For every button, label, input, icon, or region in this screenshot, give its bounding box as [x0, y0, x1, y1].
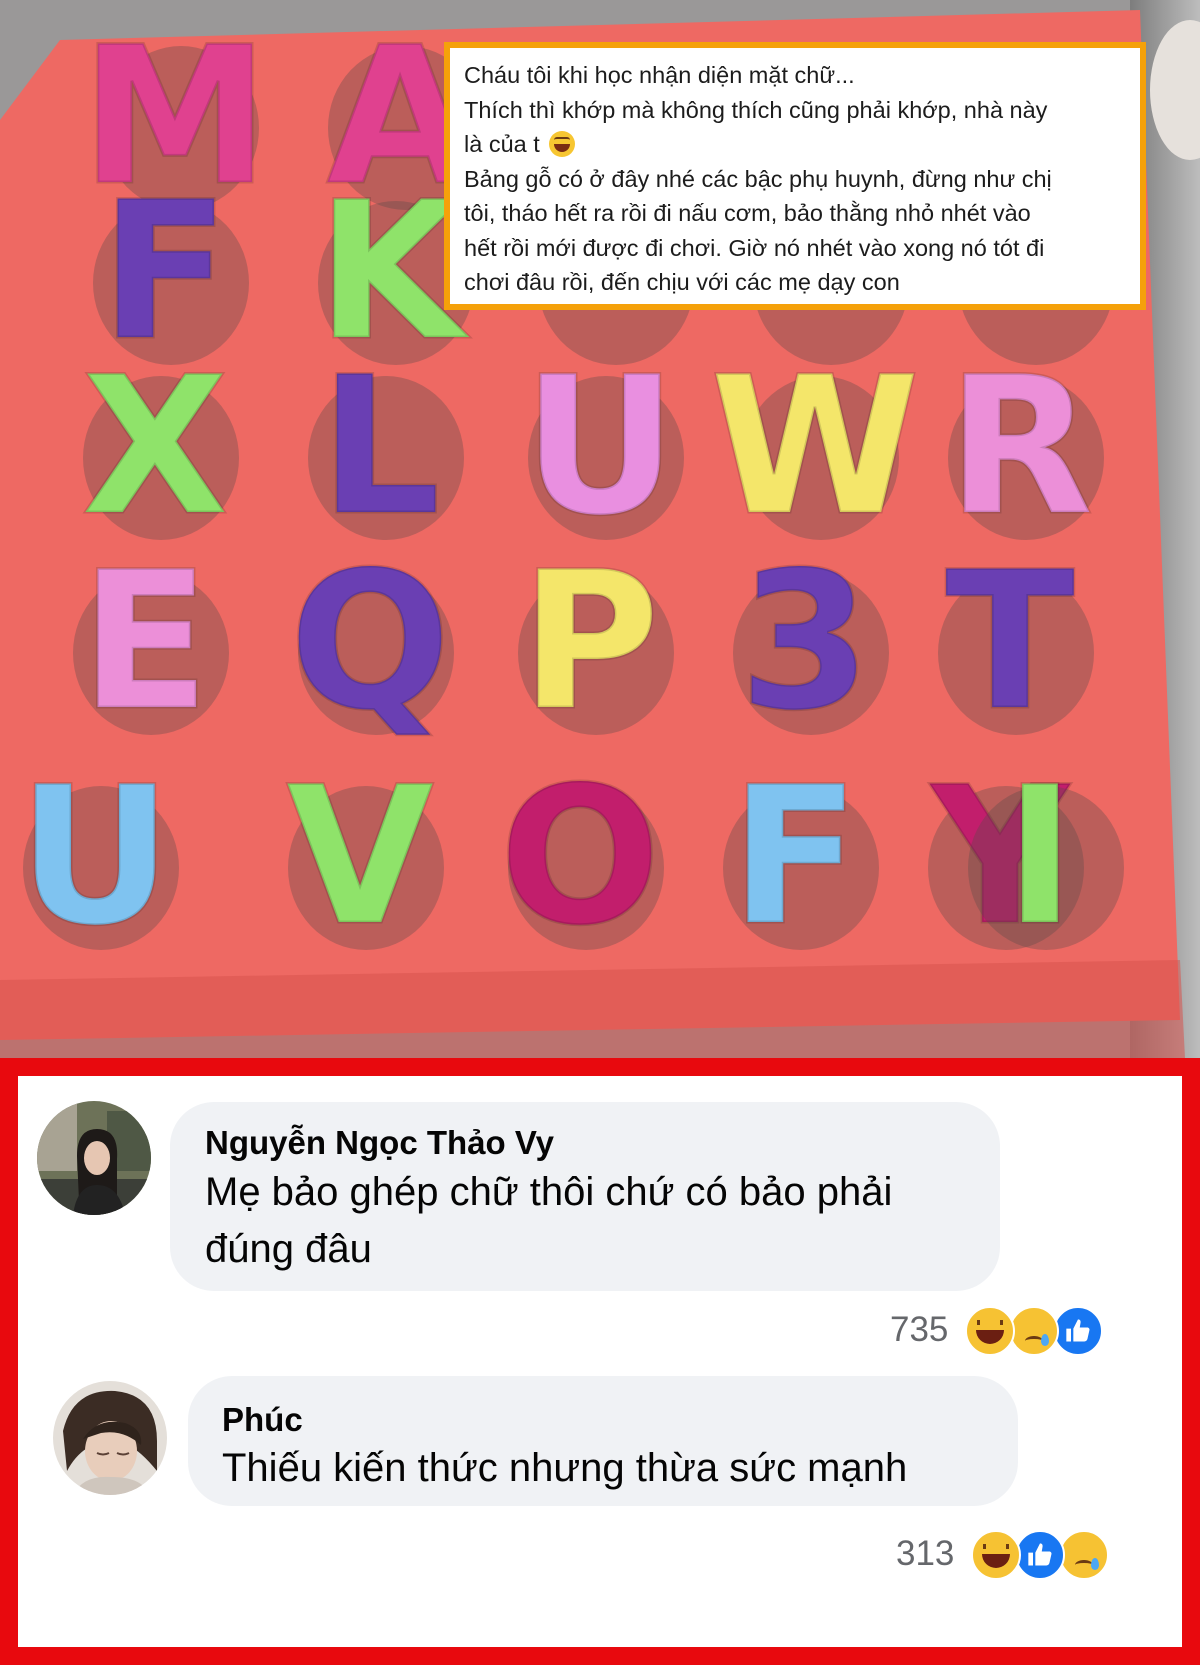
comments-panel: Nguyễn Ngọc Thảo Vy Mẹ bảo ghép chữ thôi…: [0, 1058, 1200, 1665]
reaction-count[interactable]: 313: [896, 1534, 954, 1574]
caption-line: Thích thì khớp mà không thích cũng phải …: [464, 96, 1048, 123]
puzzle-letter: U: [523, 336, 677, 557]
comment-text: Thiếu kiến thức nhưng thừa sức mạnh: [222, 1446, 908, 1490]
caption-line: hết rồi mới được đi chơi. Giờ nó nhét và…: [464, 234, 1045, 261]
puzzle-letter: E: [80, 531, 210, 752]
like-reaction-icon: [1053, 1306, 1103, 1356]
caption-line-text: là của t: [464, 131, 540, 157]
post-caption: Cháu tôi khi học nhận diện mặt chữ... Th…: [444, 42, 1146, 310]
comment-text: Mẹ bảo ghép chữ thôi chứ có bảo phải đún…: [205, 1170, 893, 1271]
avatar-photo: [37, 1101, 151, 1215]
haha-reaction-icon: [965, 1306, 1015, 1356]
puzzle-letter: T: [945, 531, 1075, 752]
comment-author[interactable]: Phúc: [222, 1401, 303, 1439]
avatar-photo: [53, 1381, 167, 1495]
puzzle-letter: F: [730, 746, 860, 967]
post-photo: MAFKXLUWREQP3TUVOFYI Cháu tôi khi học nh…: [0, 0, 1200, 1058]
like-reaction-icon: [1015, 1530, 1065, 1580]
puzzle-letter: W: [710, 336, 920, 557]
sad-reaction-icon: [1009, 1306, 1059, 1356]
caption-line: Cháu tôi khi học nhận diện mặt chữ...: [464, 62, 855, 88]
tears-of-joy-emoji-icon: [549, 131, 576, 157]
puzzle-letter: 3: [739, 531, 871, 752]
puzzle-letter: V: [286, 746, 433, 967]
puzzle-letter: I: [1005, 746, 1076, 967]
caption-line: Bảng gỗ có ở đây nhé các bậc phụ huynh, …: [464, 165, 1052, 192]
puzzle-letter: O: [499, 746, 661, 967]
puzzle-letter: P: [520, 531, 659, 752]
avatar[interactable]: [37, 1101, 151, 1215]
caption-line: chơi đâu rồi, đến chịu với các mẹ dạy co…: [464, 269, 900, 295]
avatar[interactable]: [53, 1381, 167, 1495]
comment-author[interactable]: Nguyễn Ngọc Thảo Vy: [205, 1124, 554, 1162]
puzzle-letter: Q: [289, 531, 451, 752]
puzzle-letter: R: [947, 336, 1093, 557]
puzzle-letter: L: [319, 336, 440, 557]
caption-line: là của t: [464, 127, 1130, 162]
haha-reaction-icon: [971, 1530, 1021, 1580]
caption-line: tôi, tháo hết ra rồi đi nấu cơm, bảo thằ…: [464, 200, 1031, 226]
reaction-count[interactable]: 735: [890, 1310, 948, 1350]
sad-reaction-icon: [1059, 1530, 1109, 1580]
puzzle-letter: U: [18, 746, 172, 967]
puzzle-letter: X: [82, 336, 229, 557]
